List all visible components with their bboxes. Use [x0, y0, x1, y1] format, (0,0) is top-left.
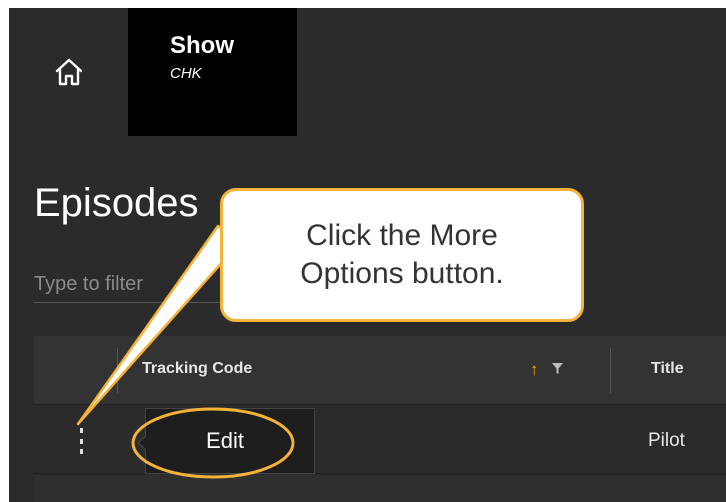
show-title: Show	[170, 32, 234, 59]
column-separator	[610, 348, 611, 393]
table-header: Tracking Code ↑ Title	[34, 336, 726, 405]
column-separator	[117, 348, 118, 393]
callout-box: Click the More Options button.	[220, 188, 584, 322]
sort-ascending-icon[interactable]: ↑	[530, 360, 539, 380]
callout-line-1: Click the More	[306, 219, 498, 252]
home-icon	[55, 58, 82, 86]
show-tab[interactable]: Show CHK	[128, 8, 297, 136]
row-action-menu: Edit	[137, 408, 315, 474]
callout-line-2: Options button.	[300, 257, 504, 290]
home-button[interactable]	[9, 8, 128, 136]
table-row	[34, 475, 726, 502]
top-bar: Show CHK	[9, 8, 726, 136]
column-header-tracking-code[interactable]: Tracking Code	[142, 360, 252, 378]
table-row[interactable]: Edit Pilot	[34, 406, 726, 474]
menu-caret	[137, 435, 147, 451]
column-header-title[interactable]: Title	[651, 360, 684, 378]
show-subtitle: CHK	[170, 65, 202, 82]
row-title-cell: Pilot	[648, 430, 685, 451]
filter-icon[interactable]	[552, 363, 563, 374]
edit-menu-item[interactable]: Edit	[206, 428, 244, 454]
page-title: Episodes	[34, 181, 199, 225]
more-options-icon[interactable]	[76, 428, 86, 454]
